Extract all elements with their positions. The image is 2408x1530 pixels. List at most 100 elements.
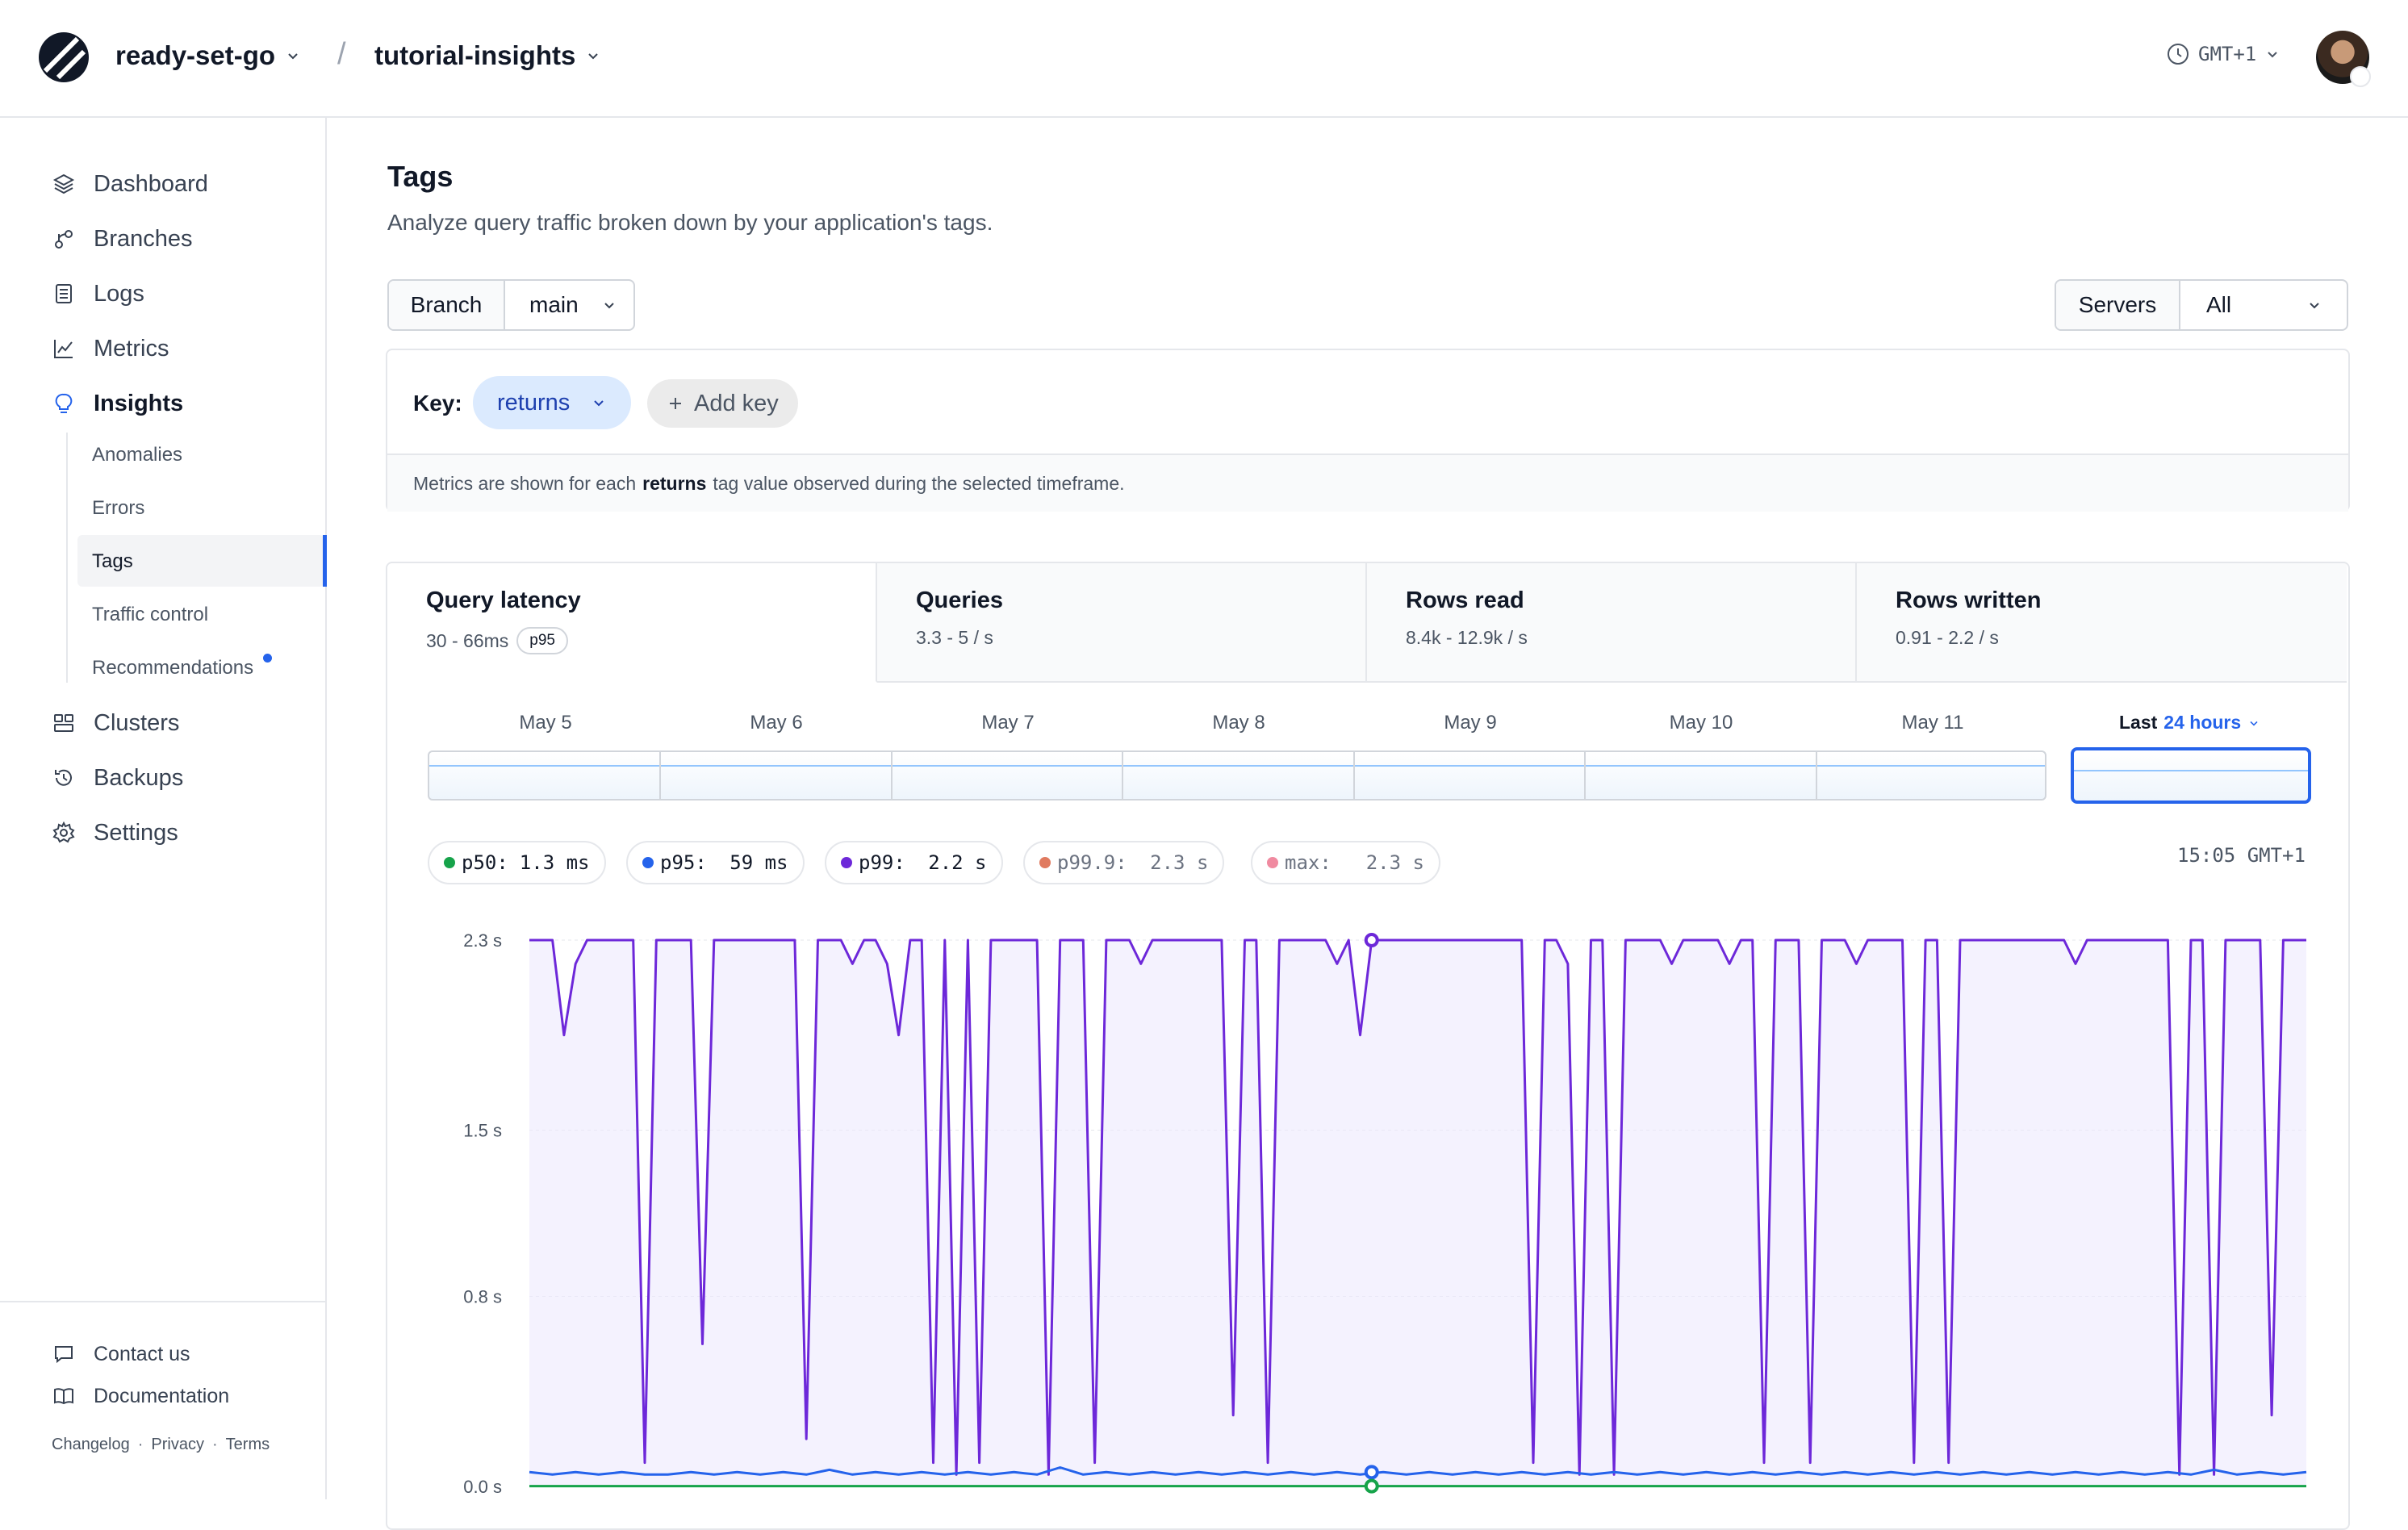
sidebar-item-metrics[interactable]: Metrics <box>52 331 169 366</box>
tag-key-chip[interactable]: returns <box>473 376 632 429</box>
timezone-selector[interactable]: GMT+1 <box>2166 42 2280 66</box>
top-bar: ready-set-go / tutorial-insights GMT+1 <box>0 0 2408 118</box>
tab-title: Queries <box>916 587 1003 613</box>
active-indicator-bar <box>323 535 327 587</box>
branch-dropdown[interactable]: main <box>505 281 633 329</box>
sidebar-item-clusters[interactable]: Clusters <box>52 705 179 741</box>
avatar-menu-chevron-icon[interactable] <box>2350 66 2371 87</box>
key-note-prefix: Metrics are shown for each <box>413 472 637 494</box>
y-tick-label: 0.8 s <box>463 1287 502 1307</box>
sub-item-label: Recommendations <box>92 657 254 679</box>
branch-selector[interactable]: Branch main <box>387 279 635 331</box>
latency-chart[interactable]: 2.3 s 1.5 s 0.8 s 0.0 s <box>387 902 2348 1530</box>
selected-time-window[interactable] <box>2071 747 2311 804</box>
metrics-icon <box>52 337 76 361</box>
tab-range: 8.4k - 12.9k / s <box>1406 627 1528 648</box>
sidebar-sub-item-errors[interactable]: Errors <box>92 492 144 525</box>
legend-p99[interactable]: p99: 2.2 s <box>825 841 1003 884</box>
tab-rows-written[interactable]: Rows written 0.91 - 2.2 / s <box>1857 563 2347 683</box>
footer-links: Changelog · Privacy · Terms <box>52 1436 270 1454</box>
tag-key-panel: Key: returns Add key Metrics are shown f… <box>386 349 2350 512</box>
sidebar-item-branches[interactable]: Branches <box>52 221 193 257</box>
servers-selector[interactable]: Servers All <box>2055 279 2348 331</box>
planetscale-logo[interactable] <box>37 31 90 84</box>
tab-title: Rows written <box>1896 587 2042 613</box>
sidebar-sub-item-tags[interactable]: Tags <box>92 546 133 578</box>
branch-value: main <box>529 292 579 317</box>
changelog-link[interactable]: Changelog <box>52 1436 130 1454</box>
time-range-value: 24 hours <box>2163 712 2242 733</box>
database-switcher[interactable]: tutorial-insights <box>374 40 601 71</box>
branch-selector-label: Branch <box>389 281 505 329</box>
add-key-button[interactable]: Add key <box>647 379 798 428</box>
notification-dot <box>263 654 272 663</box>
sidebar-divider <box>0 1301 327 1302</box>
sidebar-sub-item-anomalies[interactable]: Anomalies <box>92 439 182 471</box>
terms-link[interactable]: Terms <box>226 1436 270 1454</box>
bulb-icon <box>52 391 76 416</box>
documentation-link[interactable]: Documentation <box>52 1384 229 1408</box>
tab-queries[interactable]: Queries 3.3 - 5 / s <box>877 563 1367 683</box>
date-label: May 10 <box>1669 712 1733 734</box>
sub-item-label: Anomalies <box>92 444 183 466</box>
contact-us-link[interactable]: Contact us <box>52 1342 190 1366</box>
tab-title: Query latency <box>426 587 581 613</box>
sidebar-item-settings[interactable]: Settings <box>52 815 178 851</box>
legend-max[interactable]: max: 2.3 s <box>1251 841 1440 884</box>
sidebar-sub-item-recommendations[interactable]: Recommendations <box>92 652 253 684</box>
sidebar-item-logs[interactable]: Logs <box>52 276 144 311</box>
chevron-down-icon <box>588 53 599 60</box>
legend-label: p99: <box>859 851 905 874</box>
date-label: May 7 <box>981 712 1035 734</box>
chevron-down-icon <box>594 400 604 407</box>
timeline-overview[interactable] <box>428 750 2046 801</box>
backups-icon <box>52 766 76 790</box>
sidebar-item-label: Insights <box>94 390 184 416</box>
date-label: May 11 <box>1901 712 1964 734</box>
sidebar-sub-item-traffic-control[interactable]: Traffic control <box>92 599 208 631</box>
servers-selector-label: Servers <box>2056 281 2180 329</box>
org-switcher[interactable]: ready-set-go <box>115 40 301 71</box>
chevron-down-icon <box>2250 721 2258 726</box>
percentile-badge[interactable]: p95 <box>516 627 568 654</box>
add-key-label: Add key <box>694 390 779 416</box>
legend-label: max: <box>1285 851 1332 874</box>
layers-icon <box>52 172 76 196</box>
legend-p50[interactable]: p50: 1.3 ms <box>428 841 606 884</box>
sub-item-label: Errors <box>92 497 145 519</box>
sidebar-item-dashboard[interactable]: Dashboard <box>52 166 208 202</box>
legend-p95[interactable]: p95: 59 ms <box>626 841 805 884</box>
legend-value: 2.2 s <box>916 851 987 874</box>
legend-value: 2.3 s <box>1138 851 1209 874</box>
privacy-link[interactable]: Privacy <box>151 1436 204 1454</box>
sub-item-label: Traffic control <box>92 604 209 625</box>
chevron-down-icon <box>604 303 614 309</box>
legend-p99-9[interactable]: p99.9: 2.3 s <box>1023 841 1225 884</box>
footer-separator: · <box>137 1436 144 1453</box>
sidebar-item-label: Settings <box>94 819 178 846</box>
servers-dropdown[interactable]: All <box>2180 281 2347 329</box>
legend-dot <box>444 857 455 868</box>
sidebar-item-backups[interactable]: Backups <box>52 760 183 796</box>
branch-icon <box>52 227 76 251</box>
tab-title: Rows read <box>1406 587 1524 613</box>
chat-icon <box>52 1342 76 1366</box>
legend-label: p99.9: <box>1057 851 1127 874</box>
legend-value: 59 ms <box>717 851 788 874</box>
tab-range: 30 - 66ms <box>426 629 509 651</box>
chart-timestamp: 15:05 GMT+1 <box>2177 844 2306 867</box>
tab-rows-read[interactable]: Rows read 8.4k - 12.9k / s <box>1367 563 1857 683</box>
tab-query-latency[interactable]: Query latency 30 - 66ms p95 <box>387 563 877 683</box>
legend-dot <box>1039 857 1051 868</box>
key-note-suffix: tag value observed during the selected t… <box>713 472 1125 494</box>
sidebar-item-insights[interactable]: Insights <box>52 386 183 421</box>
date-label: May 8 <box>1212 712 1265 734</box>
submenu-guide-line <box>66 433 68 683</box>
time-range-selector[interactable]: Last 24 hours <box>2119 712 2260 734</box>
y-tick-label: 2.3 s <box>463 930 502 951</box>
hover-marker <box>1364 933 1379 947</box>
date-label: May 9 <box>1444 712 1497 734</box>
sub-item-label: Tags <box>92 550 133 572</box>
clock-icon <box>2168 44 2189 65</box>
documentation-label: Documentation <box>94 1384 230 1407</box>
